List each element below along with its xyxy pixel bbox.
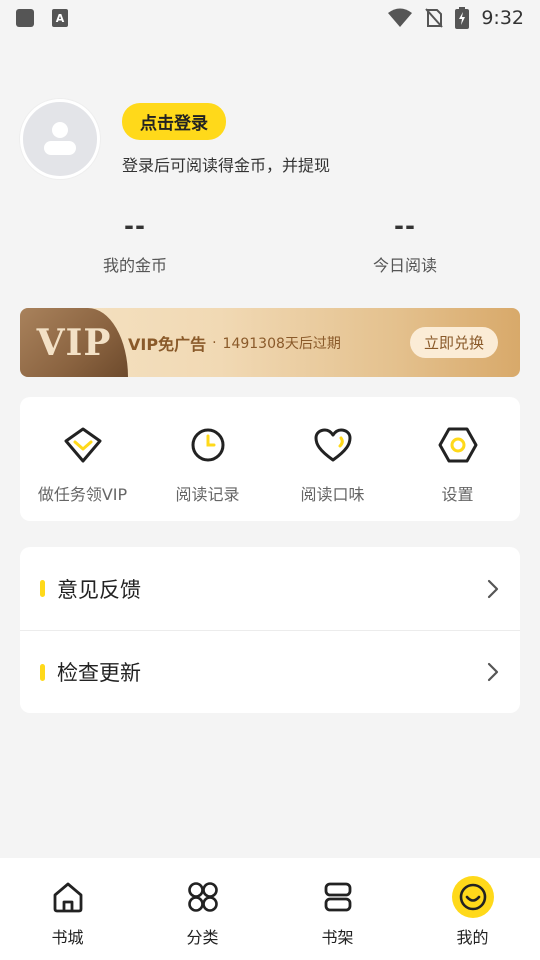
menu-item-feedback[interactable]: 意见反馈 bbox=[20, 547, 520, 630]
vip-expire-text: 1491308天后过期 bbox=[222, 335, 341, 352]
nav-tab-bookshelf[interactable]: 书架 bbox=[270, 858, 405, 960]
menu-accent-bar bbox=[40, 580, 45, 597]
stat-value: -- bbox=[394, 212, 416, 240]
menu-label: 意见反馈 bbox=[57, 577, 141, 602]
hexagon-settings-icon bbox=[438, 427, 477, 463]
vip-redeem-button[interactable]: 立即兑换 bbox=[409, 327, 498, 358]
vip-separator: · bbox=[212, 334, 217, 351]
user-placeholder-icon bbox=[44, 122, 76, 155]
quick-item-reading-taste[interactable]: 阅读口味 bbox=[270, 397, 395, 521]
battery-charging-icon bbox=[455, 7, 470, 29]
stat-coins[interactable]: -- 我的金币 bbox=[0, 212, 270, 276]
quick-label: 阅读记录 bbox=[175, 485, 240, 504]
quick-label: 设置 bbox=[441, 485, 474, 504]
nav-label: 书城 bbox=[51, 928, 84, 947]
login-button[interactable]: 点击登录 bbox=[122, 102, 226, 140]
nav-label: 我的 bbox=[456, 928, 489, 947]
quick-item-task-vip[interactable]: 做任务领VIP bbox=[20, 397, 145, 521]
chevron-right-icon bbox=[487, 662, 499, 682]
status-time: 9:32 bbox=[481, 7, 524, 29]
nav-tab-bookstore[interactable]: 书城 bbox=[0, 858, 135, 960]
quick-label: 做任务领VIP bbox=[37, 485, 128, 504]
login-description: 登录后可阅读得金币，并提现 bbox=[122, 155, 331, 175]
status-bar: A 9:32 bbox=[0, 0, 540, 36]
nav-label: 分类 bbox=[186, 928, 219, 947]
no-sim-icon bbox=[425, 8, 444, 28]
stat-value: -- bbox=[124, 212, 146, 240]
nav-active-indicator bbox=[451, 876, 494, 918]
nav-label: 书架 bbox=[321, 928, 354, 947]
nav-tab-category[interactable]: 分类 bbox=[135, 858, 270, 960]
vip-banner[interactable]: VIP VIP免广告 · 1491308天后过期 立即兑换 bbox=[20, 308, 520, 377]
profile-header: 点击登录 登录后可阅读得金币，并提现 bbox=[20, 98, 520, 180]
menu-label: 检查更新 bbox=[57, 661, 141, 685]
avatar[interactable] bbox=[20, 99, 100, 179]
quick-item-settings[interactable]: 设置 bbox=[395, 397, 520, 521]
menu-card: 意见反馈 检查更新 bbox=[20, 547, 520, 713]
menu-item-check-update[interactable]: 检查更新 bbox=[20, 630, 520, 713]
vip-title: VIP免广告 bbox=[128, 334, 207, 354]
wifi-icon bbox=[388, 8, 413, 27]
stat-label: 今日阅读 bbox=[372, 256, 437, 275]
bottom-nav: 书城 分类 书架 我的 bbox=[0, 858, 540, 960]
nav-tab-mine[interactable]: 我的 bbox=[405, 858, 540, 960]
keyboard-a-icon: A bbox=[52, 9, 68, 27]
vip-gem-icon bbox=[64, 427, 101, 463]
smile-icon bbox=[459, 883, 486, 911]
menu-accent-bar bbox=[40, 663, 45, 681]
quick-item-reading-history[interactable]: 阅读记录 bbox=[145, 397, 270, 521]
stats-row: -- 我的金币 -- 今日阅读 bbox=[0, 212, 540, 276]
notification-square-icon bbox=[16, 9, 34, 27]
clock-icon bbox=[191, 428, 224, 462]
chevron-right-icon bbox=[487, 579, 499, 598]
quick-label: 阅读口味 bbox=[300, 485, 365, 504]
vip-badge: VIP bbox=[20, 308, 128, 377]
stat-today-reading[interactable]: -- 今日阅读 bbox=[270, 212, 540, 276]
bookshelf-icon bbox=[324, 882, 351, 912]
home-icon bbox=[53, 882, 82, 913]
quick-actions-card: 做任务领VIP 阅读记录 阅读口味 设置 bbox=[20, 397, 520, 521]
grid-icon bbox=[187, 882, 218, 912]
heart-icon bbox=[314, 428, 351, 462]
stat-label: 我的金币 bbox=[102, 256, 167, 275]
